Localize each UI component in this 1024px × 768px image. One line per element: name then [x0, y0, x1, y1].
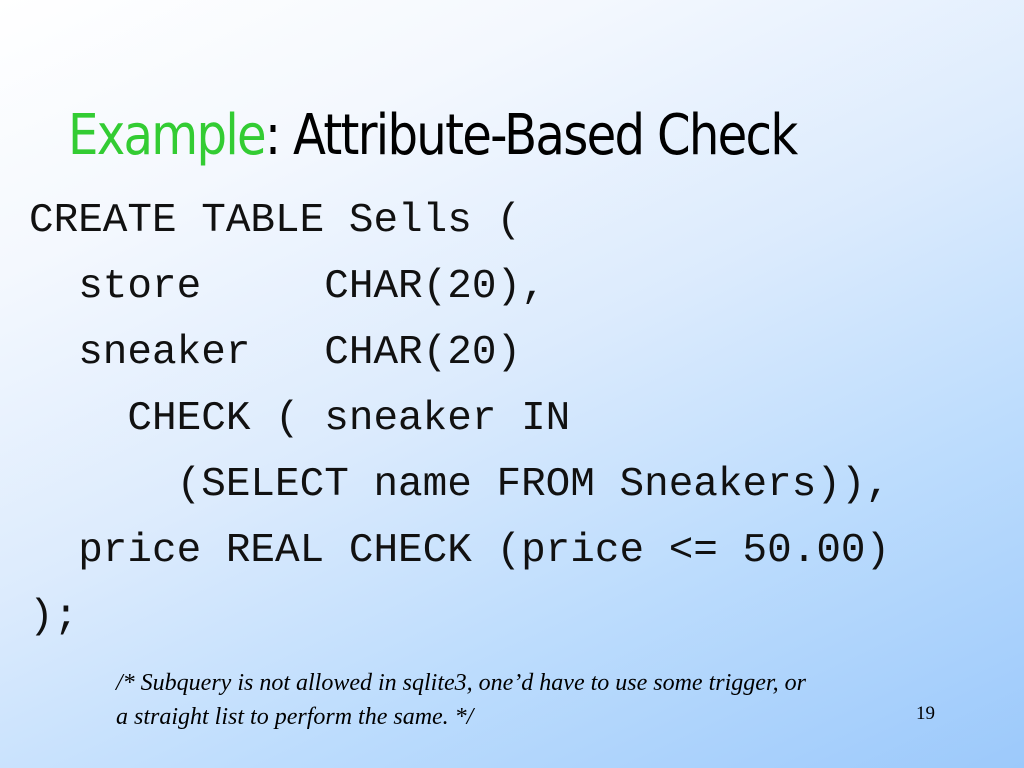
code-line: CREATE TABLE Sells ( [29, 198, 522, 244]
code-line: sneaker CHAR(20) [29, 330, 522, 376]
code-line: (SELECT name FROM Sneakers)), [29, 462, 891, 508]
slide-title-rest: : Attribute-Based Check [264, 103, 798, 168]
code-line: ); [29, 594, 79, 640]
page-number: 19 [916, 703, 935, 724]
code-line: store CHAR(20), [29, 264, 546, 310]
slide-title-accent: Example [68, 103, 267, 168]
note-line: a straight list to perform the same. */ [116, 704, 474, 730]
sqlite-note: /* Subquery is not allowed in sqlite3, o… [116, 666, 806, 734]
note-line: /* Subquery is not allowed in sqlite3, o… [116, 670, 806, 696]
slide-title: Example: Attribute-Based Check [68, 96, 798, 176]
code-line: CHECK ( sneaker IN [29, 396, 571, 442]
code-line: price REAL CHECK (price <= 50.00) [29, 528, 891, 574]
sql-code-block: CREATE TABLE Sells ( store CHAR(20), sne… [29, 188, 890, 650]
